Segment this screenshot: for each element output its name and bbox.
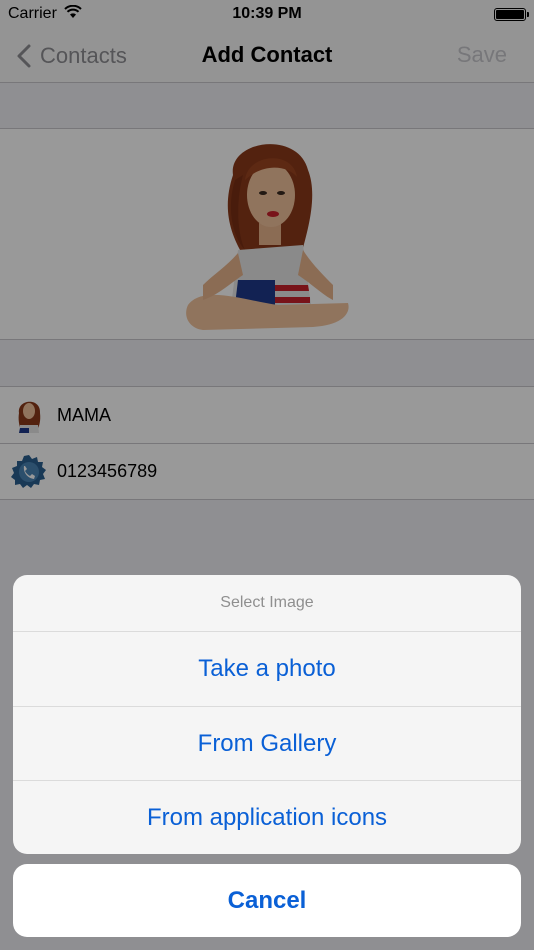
take-photo-button[interactable]: Take a photo [13,632,521,706]
from-gallery-button[interactable]: From Gallery [13,706,521,780]
add-contact-screen: Carrier 10:39 PM Contacts Add Contact Sa… [0,0,534,950]
from-app-icons-button[interactable]: From application icons [13,780,521,854]
cancel-button[interactable]: Cancel [13,864,521,937]
action-sheet-title: Select Image [13,575,521,632]
select-image-action-sheet: Select Image Take a photo From Gallery F… [13,575,521,854]
